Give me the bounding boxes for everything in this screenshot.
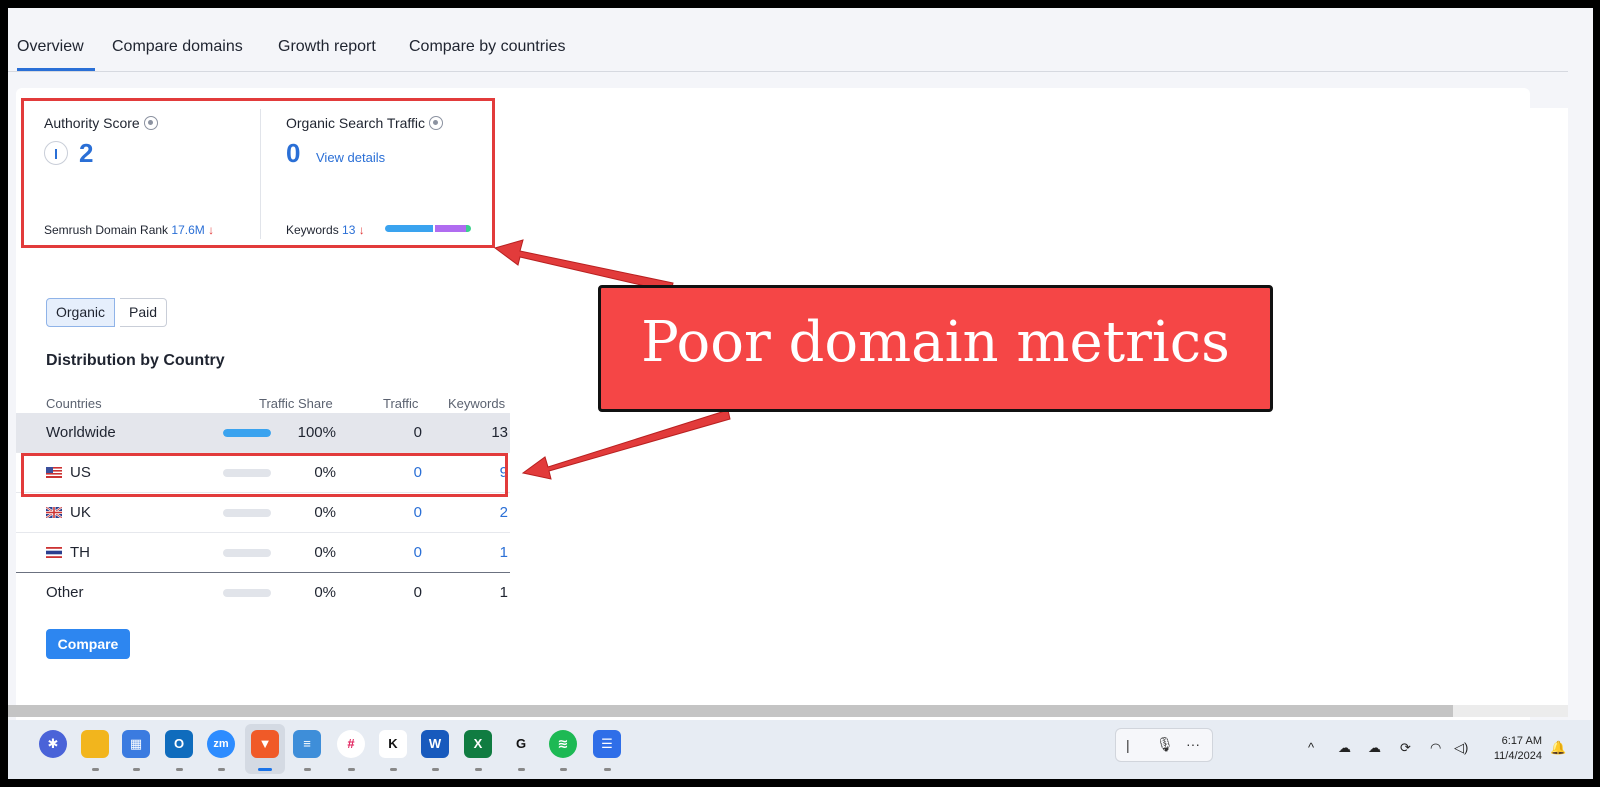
microphone-icon[interactable]: 🎙 (1156, 736, 1174, 753)
table-row[interactable]: Worldwide 100% 0 13 (16, 413, 510, 453)
traffic-value: 0 (413, 584, 422, 601)
spotify-icon[interactable]: ≋ (549, 730, 577, 758)
traffic-value[interactable]: 0 (414, 544, 422, 561)
organic-traffic-label: Organic Search Traffic (286, 115, 444, 131)
docs-icon[interactable]: ☰ (593, 730, 621, 758)
col-traffic: Traffic (383, 396, 419, 411)
tab-bar: Overview Compare domains Growth report C… (8, 8, 1568, 72)
store-icon[interactable]: ▦ (122, 730, 150, 758)
snip-icon[interactable]: ✱ (39, 730, 67, 758)
divider (260, 109, 261, 239)
us-row-highlight (21, 453, 508, 497)
view-details-link[interactable]: View details (316, 150, 385, 165)
browser-page: Overview Compare domains Growth report C… (8, 8, 1593, 779)
notification-icon[interactable]: 🔔 (1550, 740, 1566, 756)
file-explorer-icon[interactable] (81, 730, 109, 758)
vertical-scrollbar[interactable] (1568, 8, 1593, 708)
distribution-title: Distribution by Country (46, 352, 225, 369)
tab-compare-by-countries[interactable]: Compare by countries (409, 38, 566, 56)
keywords-count[interactable]: 13 (342, 223, 355, 237)
cursor-icon: | (1126, 737, 1130, 753)
active-tab-indicator (17, 68, 95, 71)
traffic-value[interactable]: 0 (414, 504, 422, 521)
keywords-position-bar (385, 225, 471, 232)
traffic-share: 0% (314, 504, 336, 521)
taskbar: ✱ ▦ O zm ▼ ≡ # K W X G ≋ ☰ | 🎙 ··· ^ ☁ ☁… (8, 720, 1593, 779)
authority-score-value: 2 (79, 138, 94, 168)
paid-toggle[interactable]: Paid (120, 298, 168, 327)
clock-date: 11/4/2024 (1493, 750, 1542, 762)
sync-icon[interactable]: ⟳ (1400, 740, 1411, 756)
traffic-share: 0% (314, 584, 336, 601)
col-keywords: Keywords (448, 396, 506, 411)
organic-toggle[interactable]: Organic (46, 298, 116, 327)
chevron-up-icon[interactable]: ^ (1308, 740, 1314, 755)
country-name: Worldwide (46, 424, 116, 441)
traffic-share: 0% (314, 544, 336, 561)
share-bar (223, 509, 271, 517)
share-bar (223, 589, 271, 597)
zoom-icon[interactable]: zm (207, 730, 235, 758)
uk-flag-icon (46, 507, 62, 518)
clock-time: 6:17 AM (1501, 735, 1542, 747)
domain-rank: Semrush Domain Rank 17.6M ↓ (44, 223, 215, 237)
outlook-icon[interactable]: O (165, 730, 193, 758)
compare-button[interactable]: Compare (46, 629, 130, 659)
excel-icon[interactable]: X (464, 730, 492, 758)
share-bar (223, 549, 271, 557)
tab-overview[interactable]: Overview (17, 38, 84, 56)
table-row: Other 0% 0 1 (16, 573, 510, 613)
keywords-value: 13 (491, 424, 508, 441)
word-icon[interactable]: W (421, 730, 449, 758)
slack-icon[interactable]: # (337, 730, 365, 758)
col-traffic-share: Traffic Share (259, 396, 333, 411)
keywords-stat: Keywords 13 ↓ (286, 223, 365, 237)
clock[interactable]: 6:17 AM 11/4/2024 (1482, 734, 1542, 764)
tab-compare-domains[interactable]: Compare domains (112, 38, 243, 56)
traffic-value: 0 (413, 424, 422, 441)
authority-score-label: Authority Score (44, 115, 158, 131)
table-row[interactable]: TH 0% 0 1 (16, 533, 510, 573)
volume-icon[interactable]: ◁) (1454, 740, 1468, 756)
voice-typing-box[interactable]: | 🎙 ··· (1115, 728, 1213, 762)
keywords-value[interactable]: 1 (500, 544, 508, 561)
th-flag-icon (46, 547, 62, 558)
domain-rank-value[interactable]: 17.6M (171, 223, 204, 237)
country-name: TH (46, 544, 90, 561)
score-ring-icon (44, 141, 68, 165)
keywords-value[interactable]: 2 (500, 504, 508, 521)
logitech-icon[interactable]: G (507, 730, 535, 758)
more-icon[interactable]: ··· (1186, 736, 1200, 752)
country-name: UK (46, 504, 91, 521)
tab-growth-report[interactable]: Growth report (278, 38, 376, 56)
country-name: Other (46, 584, 84, 601)
organic-traffic-value: 0 (286, 138, 301, 168)
traffic-share: 100% (297, 424, 336, 441)
share-bar (223, 429, 271, 437)
annotation-callout: Poor domain metrics (598, 285, 1273, 412)
col-countries: Countries (46, 396, 102, 411)
horizontal-scroll-thumb[interactable] (8, 705, 1453, 717)
cloud-icon[interactable]: ☁ (1338, 740, 1351, 756)
down-arrow-icon: ↓ (208, 223, 215, 237)
keywords-value: 1 (499, 584, 508, 601)
callout-text: Poor domain metrics (641, 310, 1230, 375)
app-icon[interactable]: K (379, 730, 407, 758)
onedrive-icon[interactable]: ☁ (1368, 740, 1381, 756)
info-icon[interactable] (143, 116, 158, 130)
info-icon[interactable] (429, 116, 444, 130)
brave-icon[interactable]: ▼ (251, 730, 279, 758)
domain-metrics-card: Authority Score 2 Semrush Domain Rank 17… (21, 98, 495, 248)
table-row[interactable]: UK 0% 0 2 (16, 493, 510, 533)
down-arrow-icon: ↓ (358, 223, 365, 237)
notepad-icon[interactable]: ≡ (293, 730, 321, 758)
wifi-icon[interactable]: ◠ (1430, 740, 1441, 756)
